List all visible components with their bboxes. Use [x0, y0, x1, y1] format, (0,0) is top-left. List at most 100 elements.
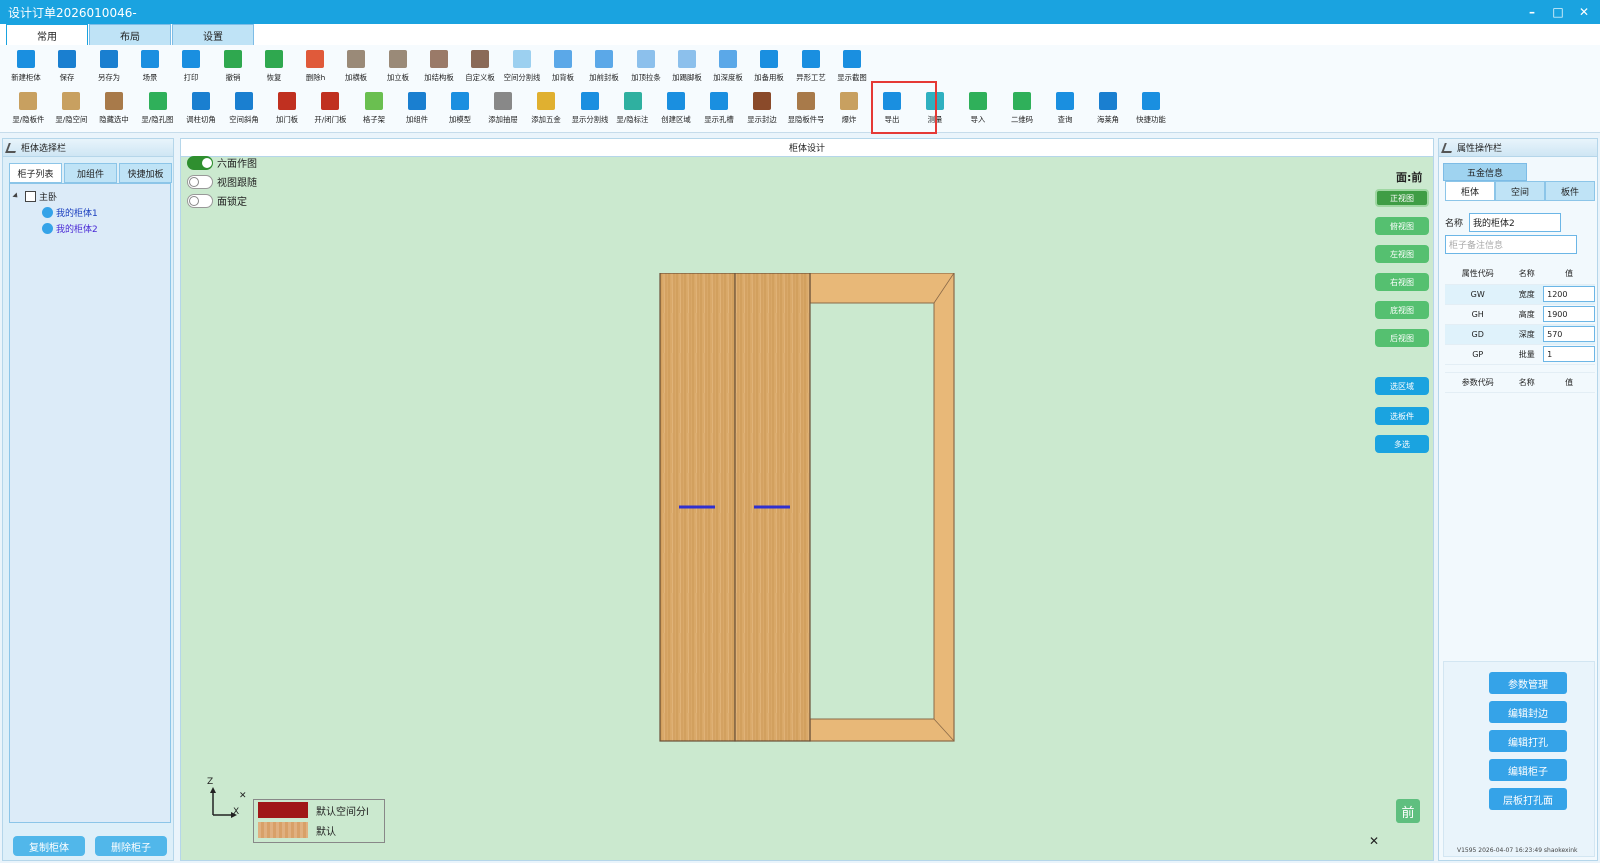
tool-custom-board-button[interactable]: 自定义板	[458, 47, 502, 89]
tool-add-back-board-button[interactable]: 加背板	[541, 47, 585, 89]
tool-add-drawer-button[interactable]: 添加抽屉	[481, 89, 525, 131]
tab-common[interactable]: 常用	[6, 24, 88, 45]
toggle-face-lock[interactable]: 面锁定	[187, 193, 247, 208]
toggle-six-face[interactable]: 六面作图	[187, 155, 257, 170]
edit-edge-button[interactable]: 编辑封边	[1489, 701, 1567, 723]
front-view-button[interactable]: 正视图	[1375, 189, 1429, 207]
tab-hardware-info[interactable]: 五金信息	[1443, 163, 1527, 181]
tool-hide-selected-button[interactable]: 隐藏选中	[92, 89, 136, 131]
copy-cabinet-button[interactable]: 复制柜体	[13, 836, 85, 856]
tool-create-region-button[interactable]: 创建区域	[654, 89, 698, 131]
tool-toggle-board-number-button[interactable]: 显隐板件号	[784, 89, 828, 131]
tool-toggle-boards-button[interactable]: 显/隐板件	[6, 89, 50, 131]
tab-add-component[interactable]: 加组件	[64, 163, 117, 183]
tab-cabinet-list[interactable]: 柜子列表	[9, 163, 62, 183]
tree-item-cabinet-1[interactable]: 我的柜体1	[14, 204, 166, 220]
tool-add-horizontal-board-button[interactable]: 加横板	[334, 47, 378, 89]
tool-corner-button[interactable]: 海莱角	[1086, 89, 1130, 131]
cabinet-frame[interactable]	[809, 273, 955, 742]
toggle-view-follow[interactable]: 视图跟随	[187, 174, 257, 189]
shelf-drill-face-button[interactable]: 层板打孔面	[1489, 788, 1567, 810]
back-view-button[interactable]: 后视图	[1375, 329, 1429, 347]
property-value-input[interactable]: 1	[1543, 346, 1595, 362]
expand-arrow-icon[interactable]	[12, 192, 20, 200]
tool-print-button[interactable]: 打印	[169, 47, 213, 89]
edit-drill-button[interactable]: 编辑打孔	[1489, 730, 1567, 752]
left-view-button[interactable]: 左视图	[1375, 245, 1429, 263]
tool-add-hardware-button[interactable]: 添加五金	[524, 89, 568, 131]
tool-explode-button[interactable]: 爆炸	[827, 89, 871, 131]
tool-toggle-space-button[interactable]: 显/隐空间	[49, 89, 93, 131]
tab-space[interactable]: 空间	[1495, 181, 1545, 201]
tab-quick-board[interactable]: 快捷加板	[119, 163, 172, 183]
toggle-holes-icon	[148, 92, 167, 110]
cabinet-remark-input[interactable]: 柜子备注信息	[1445, 235, 1577, 254]
cabinet-drawing[interactable]	[659, 273, 959, 743]
tool-show-edge-button[interactable]: 显示封边	[740, 89, 784, 131]
tool-label: 加立板	[386, 73, 409, 82]
edit-cabinet-button[interactable]: 编辑柜子	[1489, 759, 1567, 781]
tool-undo-button[interactable]: 撤销	[211, 47, 255, 89]
tool-import-button[interactable]: 导入	[956, 89, 1000, 131]
canvas-close-icon[interactable]: ✕	[1369, 834, 1379, 848]
tool-add-structure-board-button[interactable]: 加结构板	[417, 47, 461, 89]
tree-item-cabinet-2[interactable]: 我的柜体2	[14, 220, 166, 236]
tool-delete-button[interactable]: 删除h	[293, 47, 337, 89]
param-manage-button[interactable]: 参数管理	[1489, 672, 1567, 694]
tool-grid-rack-button[interactable]: 格子架	[352, 89, 396, 131]
tool-new-cabinet-button[interactable]: 新建柜体	[4, 47, 48, 89]
tool-space-divider-button[interactable]: 空间分割线	[500, 47, 544, 89]
select-board-button[interactable]: 选板件	[1375, 407, 1429, 425]
tool-save-button[interactable]: 保存	[45, 47, 89, 89]
tool-qr-code-button[interactable]: 二维码	[1000, 89, 1044, 131]
property-value-input[interactable]: 1900	[1543, 306, 1595, 322]
tool-space-bevel-button[interactable]: 空间斜角	[222, 89, 266, 131]
close-button[interactable]: ✕	[1576, 4, 1592, 20]
tool-scene-button[interactable]: 场景	[128, 47, 172, 89]
property-value-input[interactable]: 1200	[1543, 286, 1595, 302]
tool-add-skirting-button[interactable]: 加踢脚板	[665, 47, 709, 89]
tool-toggle-holes-button[interactable]: 显/隐孔图	[136, 89, 180, 131]
design-canvas[interactable]: 柜体设计 六面作图 视图跟随 面锁定 面:前 正视图 俯视图 左视图 右视图 底…	[180, 138, 1434, 861]
tool-shortcut-button[interactable]: 快捷功能	[1129, 89, 1173, 131]
tool-add-depth-board-button[interactable]: 加深度板	[706, 47, 750, 89]
cabinet-name-input[interactable]: 我的柜体2	[1469, 213, 1562, 232]
tool-show-holes-button[interactable]: 显示孔槽	[697, 89, 741, 131]
tool-redo-button[interactable]: 恢复	[252, 47, 296, 89]
tool-show-divider-button[interactable]: 显示分割线	[568, 89, 612, 131]
maximize-button[interactable]: □	[1550, 4, 1566, 20]
tool-add-spare-board-button[interactable]: 加备用板	[747, 47, 791, 89]
bottom-view-button[interactable]: 底视图	[1375, 301, 1429, 319]
property-value-input[interactable]: 570	[1543, 326, 1595, 342]
front-view-badge[interactable]: 前	[1396, 799, 1420, 823]
tab-board[interactable]: 板件	[1545, 181, 1595, 201]
tool-add-top-strip-button[interactable]: 加顶拉条	[624, 47, 668, 89]
select-region-button[interactable]: 选区域	[1375, 377, 1429, 395]
view-follow-switch[interactable]	[187, 174, 213, 189]
tool-special-process-button[interactable]: 异形工艺	[789, 47, 833, 89]
face-lock-switch[interactable]	[187, 193, 213, 208]
tool-toggle-annotation-button[interactable]: 显/隐标注	[611, 89, 655, 131]
tool-query-button[interactable]: 查询	[1043, 89, 1087, 131]
multi-select-button[interactable]: 多选	[1375, 435, 1429, 453]
tool-show-screenshot-button[interactable]: 显示截图	[830, 47, 874, 89]
tool-add-vertical-board-button[interactable]: 加立板	[376, 47, 420, 89]
delete-cabinet-button[interactable]: 删除柜子	[95, 836, 167, 856]
top-view-button[interactable]: 俯视图	[1375, 217, 1429, 235]
tab-cabinet[interactable]: 柜体	[1445, 181, 1495, 201]
axis-close-icon[interactable]: ✕	[239, 791, 247, 801]
tool-add-model-button[interactable]: 加模型	[438, 89, 482, 131]
tool-add-front-seal-button[interactable]: 加前封板	[582, 47, 626, 89]
tool-column-cut-button[interactable]: 调柱切角	[179, 89, 223, 131]
tool-add-door-button[interactable]: 加门板	[265, 89, 309, 131]
tab-settings[interactable]: 设置	[172, 24, 254, 45]
tool-add-component-button[interactable]: 加组件	[395, 89, 439, 131]
tool-label: 加备用板	[754, 73, 785, 82]
right-view-button[interactable]: 右视图	[1375, 273, 1429, 291]
tool-open-close-door-button[interactable]: 开/闭门板	[308, 89, 352, 131]
tree-root[interactable]: 主卧	[12, 188, 166, 204]
six-face-switch[interactable]	[187, 155, 213, 170]
tool-save-as-button[interactable]: 另存为	[87, 47, 131, 89]
tab-layout[interactable]: 布局	[89, 24, 171, 45]
minimize-button[interactable]: –	[1524, 4, 1540, 20]
